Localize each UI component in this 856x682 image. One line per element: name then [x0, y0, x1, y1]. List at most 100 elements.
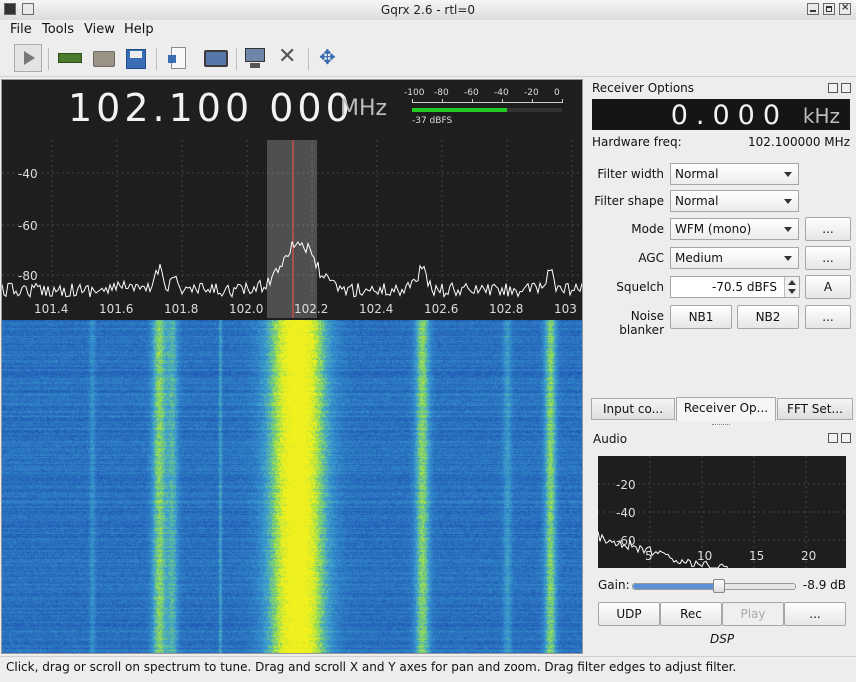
audio-y-tick: -40	[616, 506, 636, 520]
mode-value: WFM (mono)	[675, 222, 752, 236]
spectrum-x-tick[interactable]: 102.8	[489, 302, 523, 316]
menu-view[interactable]: View	[84, 22, 115, 37]
close-dock-icon[interactable]	[841, 83, 851, 93]
float-dock-icon[interactable]	[828, 433, 838, 443]
spectrum-x-tick[interactable]: 101.4	[34, 302, 68, 316]
chevron-down-icon	[784, 199, 792, 204]
udp-button[interactable]: UDP	[598, 602, 660, 626]
gain-value: -8.9 dB	[802, 578, 846, 592]
status-text: Click, drag or scroll on spectrum to tun…	[6, 660, 737, 674]
spectrum-x-tick[interactable]: 101.8	[164, 302, 198, 316]
nb2-button[interactable]: NB2	[737, 305, 799, 329]
squelch-auto-button[interactable]: A	[805, 275, 851, 299]
spectrum-y-tick[interactable]: -60	[18, 219, 38, 233]
gain-slider-handle[interactable]	[713, 579, 726, 593]
minimize-icon[interactable]	[807, 3, 819, 15]
squelch-label: Squelch	[616, 280, 664, 294]
filter-shape-label: Filter shape	[594, 194, 664, 208]
dsp-label: DSP	[710, 632, 735, 646]
spectrum-x-tick[interactable]: 102.2	[294, 302, 328, 316]
load-settings-button[interactable]	[164, 44, 192, 72]
tab-receiver-options[interactable]: Receiver Op...	[676, 397, 776, 421]
gain-label: Gain:	[598, 578, 630, 592]
remote-control-button[interactable]	[242, 44, 270, 72]
move-arrows-icon: ✥	[319, 45, 336, 69]
open-file-button[interactable]	[90, 44, 118, 72]
gain-slider[interactable]	[632, 579, 796, 593]
fullscreen-button[interactable]: ✥	[316, 44, 344, 72]
io-devices-button[interactable]	[56, 44, 84, 72]
spectrum-x-tick[interactable]: 102.4	[359, 302, 393, 316]
menu-bar: File Tools View Help	[0, 20, 856, 40]
start-dsp-button[interactable]	[14, 44, 42, 72]
spectrum-x-tick[interactable]: 103	[554, 302, 577, 316]
close-dock-icon[interactable]	[841, 433, 851, 443]
float-dock-icon[interactable]	[828, 83, 838, 93]
maximize-icon[interactable]	[823, 3, 835, 15]
menu-help[interactable]: Help	[124, 22, 154, 37]
splitter-handle[interactable]	[712, 424, 730, 427]
scope-icon	[204, 50, 228, 67]
record-button[interactable]: Rec	[660, 602, 722, 626]
chevron-down-icon[interactable]	[788, 289, 796, 294]
audio-x-tick: 5	[645, 549, 653, 563]
menu-file[interactable]: File	[10, 22, 32, 37]
filter-width-value: Normal	[675, 167, 719, 181]
folder-icon	[93, 51, 115, 67]
status-bar: Click, drag or scroll on spectrum to tun…	[0, 656, 856, 679]
tab-input-controls[interactable]: Input co...	[591, 398, 675, 420]
filter-shape-value: Normal	[675, 194, 719, 208]
mode-options-button[interactable]: ...	[805, 217, 851, 241]
agc-label: AGC	[638, 251, 664, 265]
tab-fft-settings[interactable]: FFT Set...	[777, 398, 853, 420]
mode-select[interactable]: WFM (mono)	[670, 218, 799, 240]
toolbar: ✕ ✥	[0, 40, 856, 77]
mode-label: Mode	[631, 222, 664, 236]
receiver-options-title: Receiver Options	[592, 81, 695, 95]
window-titlebar[interactable]: Gqrx 2.6 - rtl=0 ×	[0, 0, 856, 21]
spectrum-plot[interactable]: -40 -60 -80 101.4 101.6 101.8 102.0 102.2 102.4…	[2, 80, 582, 320]
filter-width-select[interactable]: Normal	[670, 163, 799, 185]
agc-options-button[interactable]: ...	[805, 246, 851, 270]
window-title: Gqrx 2.6 - rtl=0	[380, 3, 476, 17]
audio-y-tick: -20	[616, 478, 636, 492]
spectrum-y-tick[interactable]: -40	[18, 167, 38, 181]
chevron-down-icon	[784, 227, 792, 232]
menu-tools[interactable]: Tools	[42, 22, 74, 37]
waterfall-display[interactable]	[2, 320, 582, 653]
audio-fft-plot[interactable]: -20 -40 -60 5 10 15 20	[598, 456, 846, 568]
agc-select[interactable]: Medium	[670, 247, 799, 269]
offset-display[interactable]: 0.000 kHz	[592, 99, 850, 131]
chevron-down-icon	[784, 172, 792, 177]
dsp-view-button[interactable]	[202, 44, 230, 72]
gain-slider-fill	[633, 584, 720, 589]
hardware-freq-label: Hardware freq:	[592, 135, 682, 149]
nb1-button[interactable]: NB1	[670, 305, 732, 329]
close-icon[interactable]: ×	[839, 2, 851, 15]
spectrum-y-tick[interactable]: -80	[18, 269, 38, 283]
filter-shape-select[interactable]: Normal	[670, 190, 799, 212]
save-icon	[126, 49, 146, 69]
audio-options-button[interactable]: ...	[784, 602, 846, 626]
squelch-value[interactable]: -70.5 dBFS	[712, 280, 777, 294]
agc-value: Medium	[675, 251, 723, 265]
plotter-area[interactable]: 102.100 000 MHz -100 -80 -60 -40 -20 0 -37 dB…	[1, 79, 583, 654]
noise-blanker-options-button[interactable]: ...	[805, 305, 851, 329]
save-settings-button[interactable]	[122, 44, 150, 72]
squelch-spinbox[interactable]: -70.5 dBFS	[670, 276, 800, 298]
tools-icon: ✕	[278, 44, 297, 69]
audio-x-tick: 15	[749, 549, 764, 563]
audio-title: Audio	[593, 432, 628, 446]
squelch-stepper[interactable]	[784, 277, 799, 297]
chevron-up-icon[interactable]	[788, 280, 796, 285]
spectrum-x-tick[interactable]: 102.0	[229, 302, 263, 316]
spectrum-x-tick[interactable]: 102.6	[424, 302, 458, 316]
play-icon	[24, 51, 35, 65]
spectrum-x-tick[interactable]: 101.6	[99, 302, 133, 316]
computer-icon	[245, 48, 265, 68]
play-button[interactable]: Play	[722, 602, 784, 626]
chevron-down-icon	[784, 256, 792, 261]
filter-passband[interactable]	[267, 140, 317, 318]
settings-button[interactable]: ✕	[276, 44, 304, 72]
offset-value[interactable]: 0.000	[671, 100, 788, 131]
